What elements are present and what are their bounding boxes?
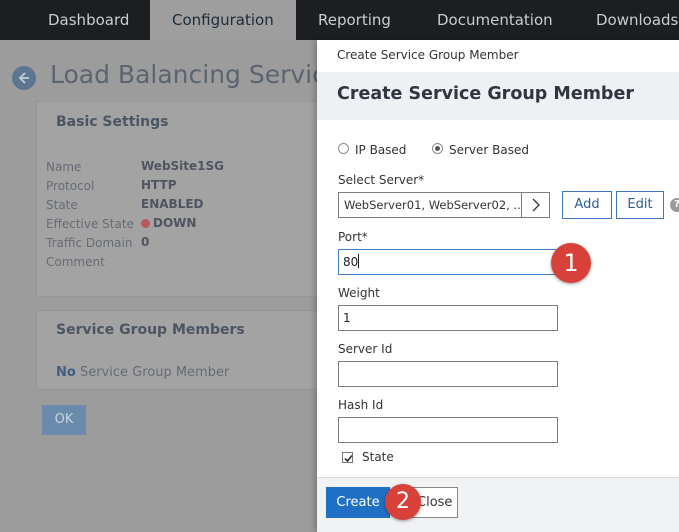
server-based-radio[interactable] [432,143,443,154]
state-value: ENABLED [141,197,204,211]
select-server-chevron-button[interactable] [521,192,550,218]
select-server-field[interactable]: WebServer01, WebServer02, ... [338,192,550,218]
comment-label: Comment [46,255,105,269]
create-button[interactable]: Create [326,487,390,518]
port-value: 80 [343,255,359,269]
protocol-label: Protocol [46,179,95,193]
weight-label: Weight [338,286,380,300]
traffic-domain-label: Traffic Domain [46,236,133,250]
create-member-dialog: Create Service Group Member Create Servi… [317,40,679,532]
help-icon[interactable]: ? [670,198,679,212]
name-label: Name [46,160,82,174]
effective-state-text: DOWN [153,216,197,230]
dialog-title: Create Service Group Member [337,84,634,104]
protocol-value: HTTP [141,178,177,192]
ok-button[interactable]: OK [42,405,86,435]
effective-state-value: DOWN [141,216,196,230]
down-status-icon [141,219,150,228]
weight-input[interactable]: 1 [338,305,558,331]
name-value: WebSite1SG [141,159,225,173]
members-heading: Service Group Members [56,322,245,338]
tab-dashboard[interactable]: Dashboard [48,0,129,40]
edit-server-button[interactable]: Edit [616,191,664,219]
state-checkbox-label: State [362,450,394,464]
add-server-button[interactable]: Add [562,191,612,219]
members-empty-bold: No [56,365,76,380]
checkmark-icon [344,454,353,463]
tab-configuration[interactable]: Configuration [150,0,296,40]
tab-downloads[interactable]: Downloads [596,0,678,40]
hash-id-input[interactable] [338,417,558,443]
state-label: State [46,198,78,212]
hash-id-label: Hash Id [338,398,384,412]
back-arrow-icon[interactable] [12,66,36,90]
members-empty-text: No Service Group Member [56,365,229,380]
basic-settings-heading: Basic Settings [56,114,169,130]
tab-documentation[interactable]: Documentation [437,0,553,40]
ip-based-label: IP Based [355,143,407,157]
ip-based-radio[interactable] [338,143,349,154]
state-checkbox[interactable] [342,452,353,463]
server-id-input[interactable] [338,361,558,387]
page-title: Load Balancing Service [50,60,342,89]
members-empty-rest: Service Group Member [79,365,230,380]
port-label: Port* [338,230,368,244]
server-based-label: Server Based [449,143,530,157]
select-server-label: Select Server* [338,173,425,187]
tab-reporting[interactable]: Reporting [318,0,391,40]
annotation-badge-2: 2 [385,484,421,520]
annotation-badge-1: 1 [551,243,591,283]
effective-state-label: Effective State [46,217,134,231]
text-caret [358,254,360,268]
top-nav: Dashboard Configuration Reporting Docume… [0,0,679,40]
chevron-right-icon [532,198,540,212]
traffic-domain-value: 0 [141,235,150,249]
port-input[interactable]: 80 [338,249,558,275]
server-id-label: Server Id [338,342,393,356]
dialog-breadcrumb: Create Service Group Member [337,48,519,62]
